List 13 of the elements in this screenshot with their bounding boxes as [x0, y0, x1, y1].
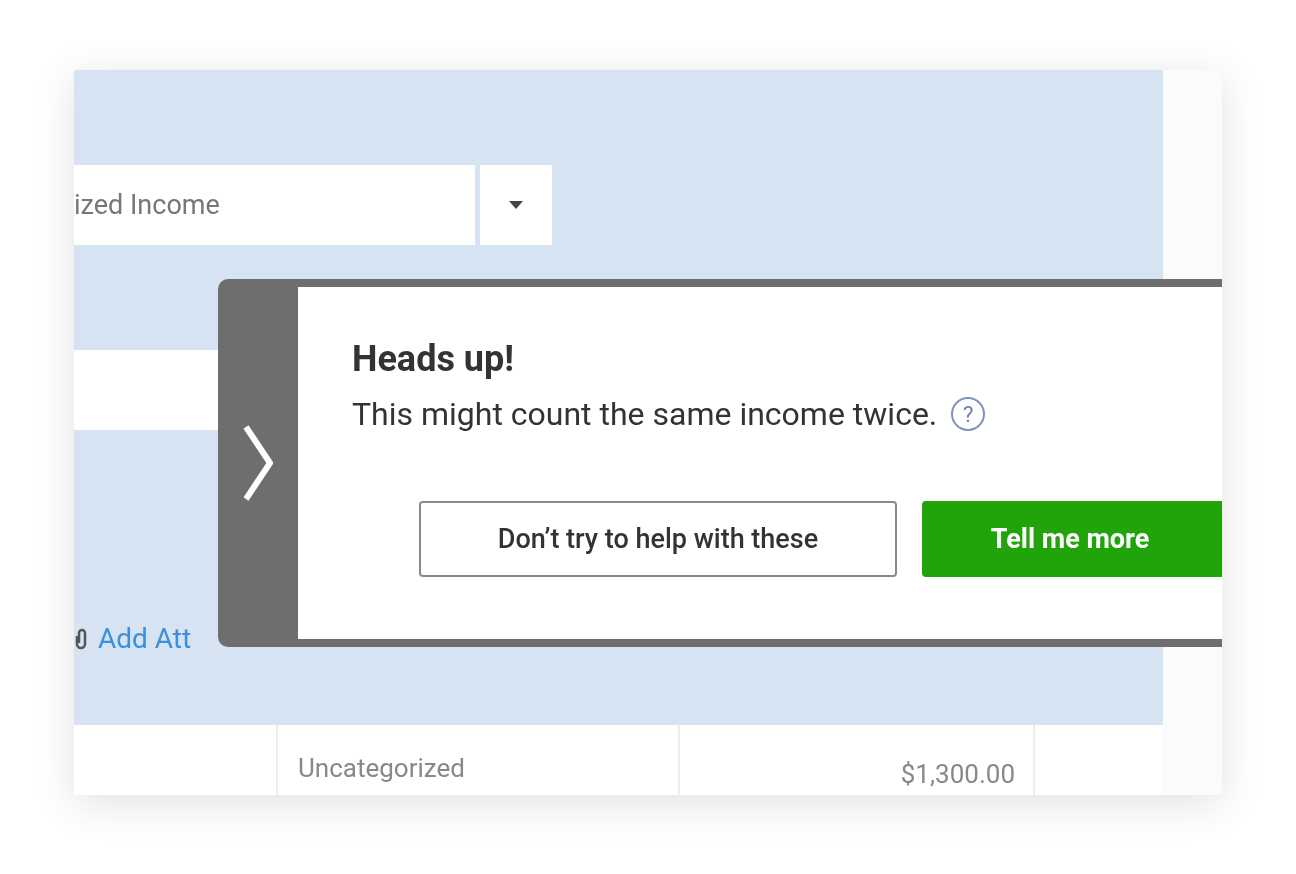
popup-title: Heads up!: [352, 337, 515, 381]
table-cell: $1,300.00: [680, 725, 1035, 795]
tell-me-more-button[interactable]: Tell me more: [922, 501, 1222, 577]
add-attachment-link[interactable]: Add Att: [98, 622, 192, 655]
caret-icon: [509, 201, 523, 209]
dismiss-button[interactable]: Don’t try to help with these: [419, 501, 897, 577]
category-dropdown[interactable]: ized Income: [74, 165, 475, 245]
input-field[interactable]: [74, 350, 220, 430]
table-cell: Uncategorized: [278, 725, 680, 795]
help-icon[interactable]: ?: [951, 397, 986, 431]
paperclip-icon: [74, 627, 88, 650]
popup-message: This might count the same income twice.: [352, 395, 938, 433]
dropdown-button[interactable]: [480, 165, 552, 245]
